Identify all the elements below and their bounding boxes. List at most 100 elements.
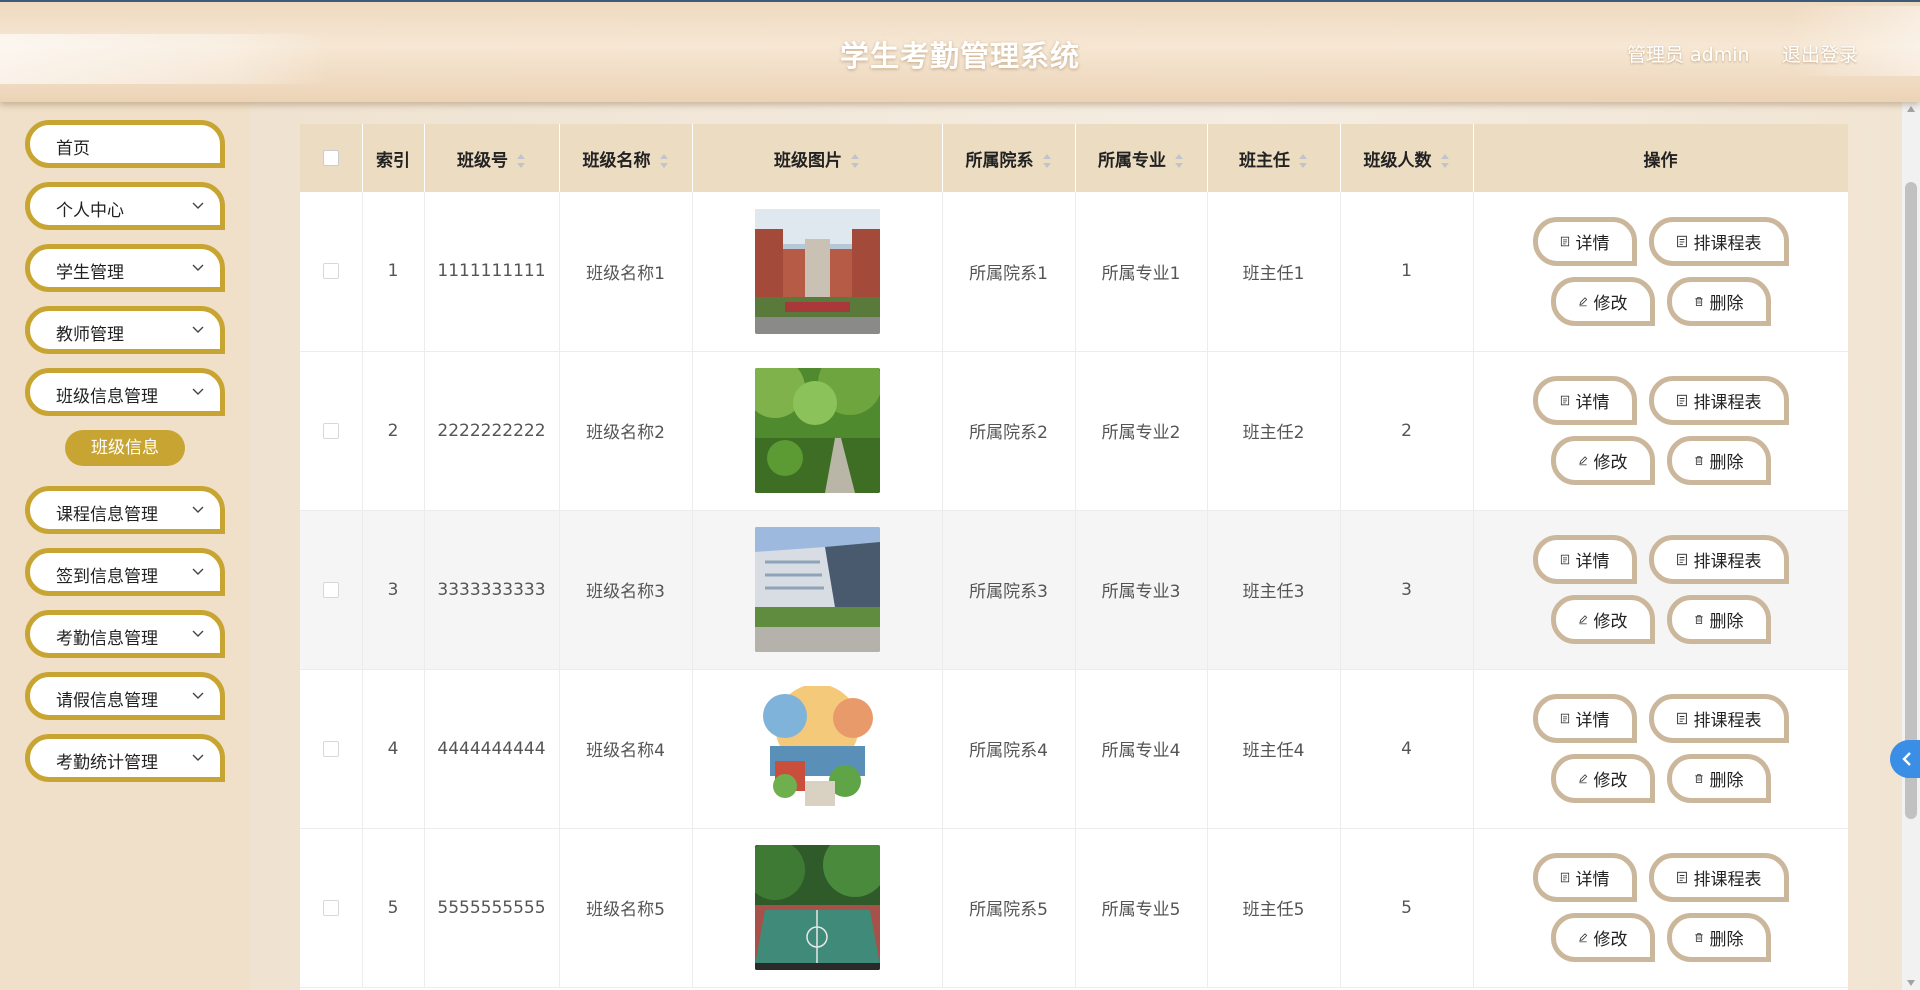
edit-button[interactable]: 修改 xyxy=(1550,754,1655,803)
class-image-modern-building[interactable] xyxy=(754,527,880,652)
delete-button[interactable]: 删除 xyxy=(1666,754,1771,803)
cell-class-image xyxy=(692,828,943,988)
sidebar-item-attendance[interactable]: 考勤信息管理 xyxy=(25,610,225,658)
side-panel-toggle-button[interactable] xyxy=(1890,740,1920,778)
document-icon xyxy=(1560,236,1569,246)
detail-button[interactable]: 详情 xyxy=(1532,853,1637,902)
class-image-watercolor-campus[interactable] xyxy=(754,686,880,811)
schedule-button[interactable]: 排课程表 xyxy=(1648,853,1789,902)
column-header-sortable[interactable]: 所属专业 xyxy=(1075,124,1208,192)
sidebar-item-label: 班级信息管理 xyxy=(56,387,158,407)
schedule-button-label: 排课程表 xyxy=(1693,393,1762,413)
sort-icon[interactable] xyxy=(1042,153,1052,169)
column-header-sortable[interactable]: 班级图片 xyxy=(692,124,943,192)
column-header-label: 所属院系 xyxy=(965,150,1034,171)
select-all-checkbox[interactable] xyxy=(322,150,339,166)
sidebar-item-home[interactable]: 首页 xyxy=(25,120,225,168)
sidebar-item-checkin[interactable]: 签到信息管理 xyxy=(25,548,225,596)
sidebar-item-leave[interactable]: 请假信息管理 xyxy=(25,672,225,720)
scroll-thumb[interactable] xyxy=(1905,182,1917,819)
logout-link[interactable]: 退出登录 xyxy=(1782,40,1858,67)
sidebar-item-teachers[interactable]: 教师管理 xyxy=(25,306,225,354)
cell-department: 所属院系4 xyxy=(942,669,1076,829)
detail-button[interactable]: 详情 xyxy=(1532,694,1637,743)
cell-count: 4 xyxy=(1340,669,1474,829)
row-checkbox[interactable] xyxy=(322,899,339,916)
cell-index: 3 xyxy=(362,510,425,670)
edit-button[interactable]: 修改 xyxy=(1550,595,1655,644)
cell-head-teacher: 班主任3 xyxy=(1207,510,1341,670)
column-header-sortable[interactable]: 所属院系 xyxy=(942,124,1076,192)
edit-button-label: 修改 xyxy=(1593,771,1628,791)
column-header-label: 班级人数 xyxy=(1363,150,1432,171)
sort-icon[interactable] xyxy=(516,153,526,169)
chevron-down-icon xyxy=(192,326,204,333)
edit-button[interactable]: 修改 xyxy=(1550,913,1655,962)
sort-icon[interactable] xyxy=(1440,153,1450,169)
delete-button-label: 删除 xyxy=(1709,771,1744,791)
table-row: 3 3333333333 班级名称3 所属院系3 所属专业3 班主任3 3 详情… xyxy=(300,510,1848,670)
row-select-cell[interactable] xyxy=(300,510,363,670)
edit-button-label: 修改 xyxy=(1593,293,1628,314)
delete-button[interactable]: 删除 xyxy=(1666,436,1771,485)
row-select-cell[interactable] xyxy=(300,192,363,352)
class-image-basketball-court[interactable] xyxy=(754,845,880,970)
cell-count: 1 xyxy=(1340,192,1474,352)
row-checkbox[interactable] xyxy=(322,740,339,757)
edit-button[interactable]: 修改 xyxy=(1550,276,1655,326)
scroll-down-icon[interactable] xyxy=(1907,980,1915,986)
class-image-campus-building[interactable] xyxy=(754,208,880,334)
detail-button[interactable]: 详情 xyxy=(1532,216,1637,266)
row-select-cell[interactable] xyxy=(300,669,363,829)
chevron-down-icon xyxy=(192,388,204,395)
column-header-label: 班级号 xyxy=(457,150,508,171)
sidebar-item-profile[interactable]: 个人中心 xyxy=(25,182,225,230)
scroll-up-icon[interactable] xyxy=(1907,106,1915,112)
row-select-cell[interactable] xyxy=(300,828,363,988)
sort-icon[interactable] xyxy=(850,153,860,169)
sidebar-subitem-class-info[interactable]: 班级信息 xyxy=(65,430,185,466)
class-image-garden-path[interactable] xyxy=(754,368,880,493)
detail-button[interactable]: 详情 xyxy=(1532,376,1637,425)
select-all-cell[interactable] xyxy=(300,124,363,192)
row-select-cell[interactable] xyxy=(300,351,363,511)
row-checkbox[interactable] xyxy=(322,581,339,598)
schedule-button[interactable]: 排课程表 xyxy=(1648,535,1789,584)
column-header-sortable[interactable]: 班级号 xyxy=(424,124,560,192)
vertical-scrollbar[interactable] xyxy=(1902,102,1920,990)
sort-icon[interactable] xyxy=(1298,153,1308,169)
document-icon xyxy=(1560,554,1569,565)
sidebar-item-courses[interactable]: 课程信息管理 xyxy=(25,486,225,534)
delete-button[interactable]: 删除 xyxy=(1666,276,1771,326)
cell-major: 所属专业3 xyxy=(1075,510,1208,670)
header-top-line xyxy=(0,0,1920,2)
cell-class-name: 班级名称5 xyxy=(559,828,693,988)
column-header-sortable[interactable]: 班主任 xyxy=(1207,124,1341,192)
cell-index: 5 xyxy=(362,828,425,988)
cell-department: 所属院系2 xyxy=(942,351,1076,511)
sidebar-item-class-info[interactable]: 班级信息管理 xyxy=(25,368,225,416)
row-checkbox[interactable] xyxy=(322,263,339,280)
detail-button[interactable]: 详情 xyxy=(1532,535,1637,584)
column-header-sortable[interactable]: 班级名称 xyxy=(559,124,693,192)
edit-pencil-icon xyxy=(1578,456,1587,466)
cell-class-no: 3333333333 xyxy=(424,510,560,670)
row-checkbox[interactable] xyxy=(322,422,339,439)
edit-button[interactable]: 修改 xyxy=(1550,436,1655,485)
sort-icon[interactable] xyxy=(1174,153,1184,169)
sort-icon[interactable] xyxy=(659,153,669,169)
delete-button[interactable]: 删除 xyxy=(1666,595,1771,644)
delete-button-label: 删除 xyxy=(1709,612,1744,632)
schedule-button[interactable]: 排课程表 xyxy=(1648,216,1789,266)
sidebar-item-attendance-stats[interactable]: 考勤统计管理 xyxy=(25,734,225,782)
detail-button-label: 详情 xyxy=(1575,393,1610,413)
cell-actions: 详情 排课程表 修改 删除 xyxy=(1473,351,1848,511)
schedule-button-label: 排课程表 xyxy=(1693,233,1762,254)
column-header-sortable[interactable]: 班级人数 xyxy=(1340,124,1474,192)
trash-icon xyxy=(1694,456,1703,465)
schedule-button[interactable]: 排课程表 xyxy=(1648,694,1789,743)
schedule-button[interactable]: 排课程表 xyxy=(1648,376,1789,425)
cell-head-teacher: 班主任4 xyxy=(1207,669,1341,829)
sidebar-item-students[interactable]: 学生管理 xyxy=(25,244,225,292)
delete-button[interactable]: 删除 xyxy=(1666,913,1771,962)
